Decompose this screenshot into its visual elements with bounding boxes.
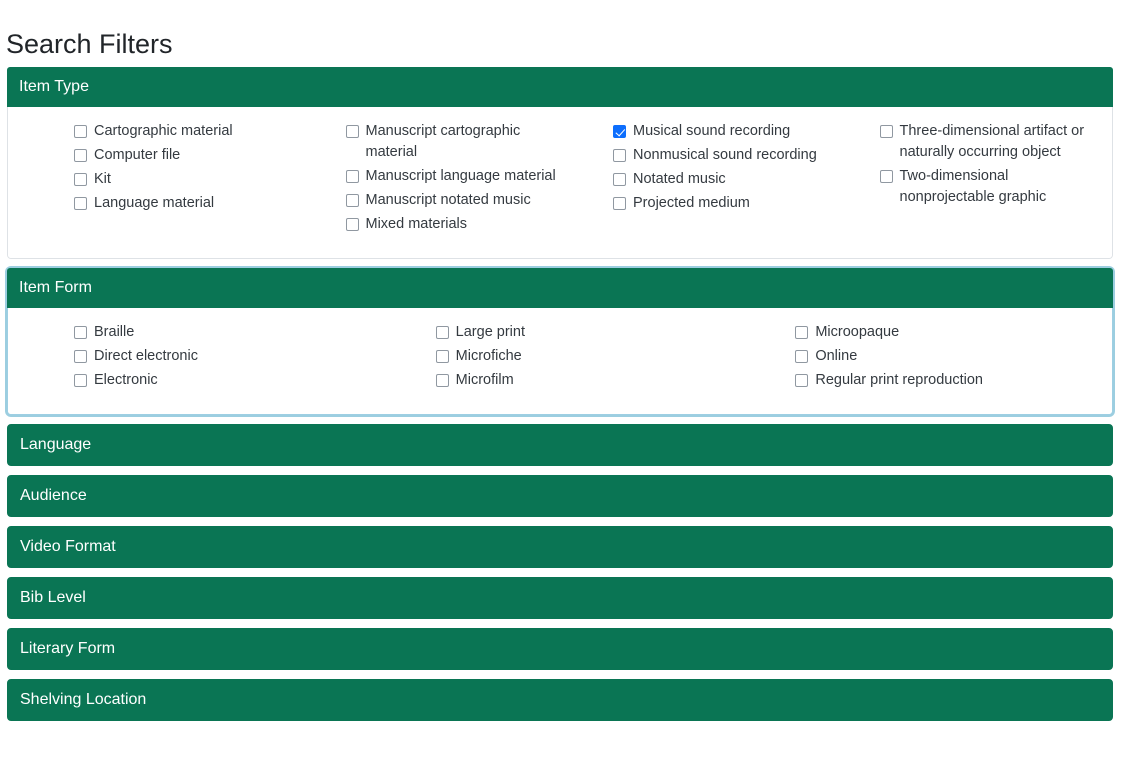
checkbox-label[interactable]: Cartographic material bbox=[94, 121, 233, 142]
checkbox-icon[interactable] bbox=[74, 149, 87, 162]
checkbox-row[interactable]: Regular print reproduction bbox=[795, 370, 1102, 391]
checkbox-icon[interactable] bbox=[74, 374, 87, 387]
checkbox-column: Manuscript cartographic material Manuscr… bbox=[297, 121, 569, 238]
checkbox-row[interactable]: Microfiche bbox=[435, 346, 743, 367]
filter-section-header-audience[interactable]: Audience bbox=[7, 475, 1113, 517]
checkbox-label[interactable]: Large print bbox=[456, 322, 525, 343]
checkbox-label[interactable]: Online bbox=[815, 346, 857, 367]
checkbox-icon[interactable] bbox=[879, 170, 893, 183]
checkbox-row[interactable]: Cartographic material bbox=[74, 121, 297, 142]
checkbox-row[interactable]: Language material bbox=[74, 193, 297, 214]
filter-section-header-language[interactable]: Language bbox=[7, 424, 1113, 466]
filter-section-header-shelving-location[interactable]: Shelving Location bbox=[7, 679, 1113, 721]
filter-section-body-item-type: Cartographic material Computer file Kit bbox=[8, 107, 1112, 258]
checkbox-label[interactable]: Kit bbox=[94, 169, 111, 190]
checkbox-icon[interactable] bbox=[613, 173, 626, 186]
checkbox-row[interactable]: Notated music bbox=[613, 169, 836, 190]
checkbox-icon[interactable] bbox=[435, 350, 449, 363]
checkbox-label[interactable]: Direct electronic bbox=[94, 346, 198, 367]
checkbox-label[interactable]: Nonmusical sound recording bbox=[633, 145, 817, 166]
checkbox-label[interactable]: Microfilm bbox=[456, 370, 514, 391]
checkbox-icon[interactable] bbox=[74, 125, 87, 138]
checkbox-label[interactable]: Braille bbox=[94, 322, 134, 343]
checkbox-icon[interactable] bbox=[613, 149, 626, 162]
checkbox-icon[interactable] bbox=[435, 374, 449, 387]
search-filters-page: Search Filters Item Type Cartographic ma… bbox=[0, 0, 1125, 764]
checkbox-row[interactable]: Direct electronic bbox=[74, 346, 381, 367]
checkbox-row[interactable]: Kit bbox=[74, 169, 297, 190]
checkbox-label[interactable]: Manuscript cartographic material bbox=[366, 121, 569, 163]
checkbox-row[interactable]: Nonmusical sound recording bbox=[613, 145, 836, 166]
filters-accordion: Item Type Cartographic material Computer… bbox=[7, 67, 1113, 730]
checkbox-label[interactable]: Manuscript language material bbox=[366, 166, 556, 187]
filter-section-header-item-form[interactable]: Item Form bbox=[7, 268, 1113, 308]
checkbox-column: Cartographic material Computer file Kit bbox=[18, 121, 297, 238]
checkbox-label[interactable]: Projected medium bbox=[633, 193, 750, 214]
checkbox-row[interactable]: Two-dimensional nonprojectable graphic bbox=[879, 166, 1103, 208]
checkbox-label[interactable]: Regular print reproduction bbox=[815, 370, 983, 391]
checkbox-column: Braille Direct electronic Electronic bbox=[18, 322, 381, 394]
filter-section-item-type: Item Type Cartographic material Computer… bbox=[7, 67, 1113, 259]
checkbox-row[interactable]: Computer file bbox=[74, 145, 297, 166]
checkbox-row[interactable]: Online bbox=[795, 346, 1102, 367]
checkbox-icon[interactable] bbox=[345, 170, 359, 183]
checkbox-label[interactable]: Mixed materials bbox=[366, 214, 468, 235]
page-title: Search Filters bbox=[6, 29, 173, 60]
checkbox-icon[interactable] bbox=[435, 326, 449, 339]
checkbox-row[interactable]: Large print bbox=[435, 322, 743, 343]
checkbox-label[interactable]: Electronic bbox=[94, 370, 158, 391]
checkbox-row[interactable]: Electronic bbox=[74, 370, 381, 391]
checkbox-column: Microopaque Online Regular print reprodu… bbox=[742, 322, 1102, 394]
checkbox-row[interactable]: Manuscript notated music bbox=[345, 190, 569, 211]
checkbox-icon[interactable] bbox=[795, 374, 809, 387]
filter-section-header-video-format[interactable]: Video Format bbox=[7, 526, 1113, 568]
checkbox-row[interactable]: Manuscript language material bbox=[345, 166, 569, 187]
checkbox-grid-item-form: Braille Direct electronic Electronic Lar… bbox=[18, 322, 1102, 394]
checkbox-label[interactable]: Notated music bbox=[633, 169, 726, 190]
filter-section-item-form: Item Form Braille Direct electronic Elec… bbox=[7, 268, 1113, 415]
checkbox-icon[interactable] bbox=[74, 173, 87, 186]
checkbox-icon-checked[interactable] bbox=[613, 125, 626, 138]
filter-section-header-bib-level[interactable]: Bib Level bbox=[7, 577, 1113, 619]
checkbox-label[interactable]: Manuscript notated music bbox=[366, 190, 531, 211]
checkbox-label[interactable]: Microopaque bbox=[815, 322, 899, 343]
checkbox-row[interactable]: Projected medium bbox=[613, 193, 836, 214]
checkbox-icon[interactable] bbox=[74, 326, 87, 339]
filter-section-header-literary-form[interactable]: Literary Form bbox=[7, 628, 1113, 670]
checkbox-label[interactable]: Computer file bbox=[94, 145, 180, 166]
checkbox-row[interactable]: Microfilm bbox=[435, 370, 743, 391]
checkbox-column: Musical sound recording Nonmusical sound… bbox=[568, 121, 836, 238]
checkbox-label[interactable]: Musical sound recording bbox=[633, 121, 790, 142]
checkbox-row[interactable]: Mixed materials bbox=[345, 214, 569, 235]
checkbox-row[interactable]: Manuscript cartographic material bbox=[345, 121, 569, 163]
checkbox-icon[interactable] bbox=[74, 350, 87, 363]
checkbox-grid-item-type: Cartographic material Computer file Kit bbox=[18, 121, 1102, 238]
checkbox-icon[interactable] bbox=[345, 194, 359, 207]
checkbox-row[interactable]: Musical sound recording bbox=[613, 121, 836, 142]
checkbox-label[interactable]: Three-dimensional artifact or naturally … bbox=[900, 121, 1103, 163]
filter-section-header-item-type[interactable]: Item Type bbox=[7, 67, 1113, 107]
checkbox-icon[interactable] bbox=[795, 326, 809, 339]
checkbox-column: Large print Microfiche Microfilm bbox=[381, 322, 743, 394]
checkbox-icon[interactable] bbox=[74, 197, 87, 210]
checkbox-icon[interactable] bbox=[345, 125, 359, 138]
checkbox-column: Three-dimensional artifact or naturally … bbox=[836, 121, 1103, 238]
checkbox-icon[interactable] bbox=[879, 125, 893, 138]
checkbox-row[interactable]: Three-dimensional artifact or naturally … bbox=[879, 121, 1103, 163]
checkbox-icon[interactable] bbox=[345, 218, 359, 231]
filter-section-body-item-form: Braille Direct electronic Electronic Lar… bbox=[8, 308, 1112, 414]
checkbox-label[interactable]: Language material bbox=[94, 193, 214, 214]
checkbox-row[interactable]: Braille bbox=[74, 322, 381, 343]
checkbox-icon[interactable] bbox=[795, 350, 809, 363]
checkbox-label[interactable]: Microfiche bbox=[456, 346, 522, 367]
checkbox-icon[interactable] bbox=[613, 197, 626, 210]
checkbox-row[interactable]: Microopaque bbox=[795, 322, 1102, 343]
checkbox-label[interactable]: Two-dimensional nonprojectable graphic bbox=[900, 166, 1103, 208]
